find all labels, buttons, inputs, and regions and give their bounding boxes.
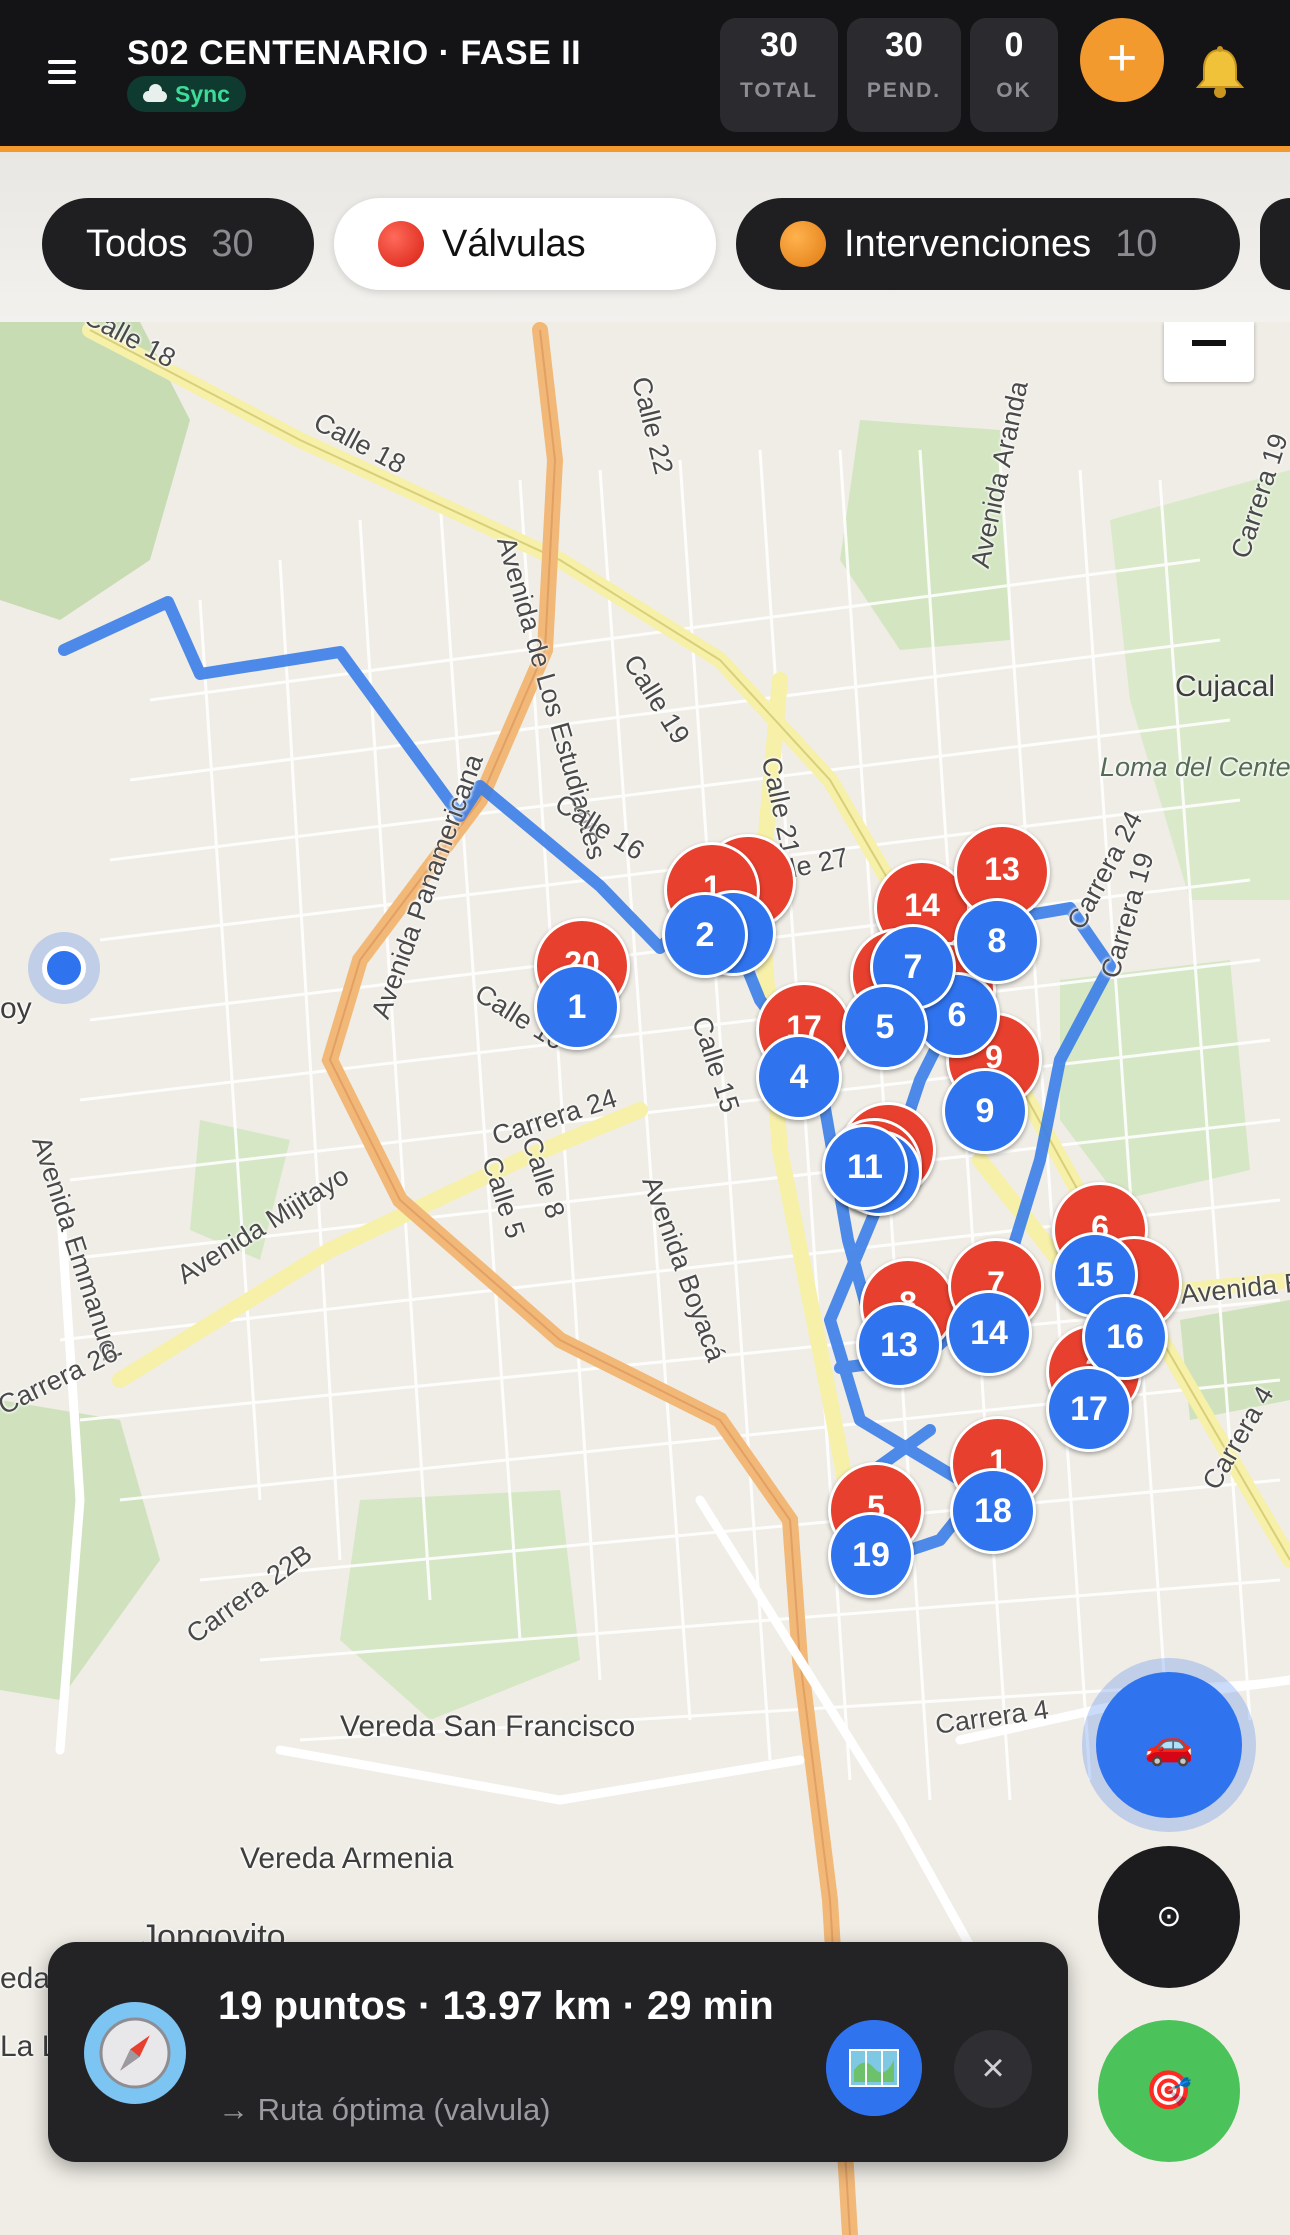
bell-icon[interactable] — [1190, 42, 1250, 102]
minus-icon — [1192, 340, 1226, 346]
stat-pending-value: 30 — [885, 26, 923, 64]
route-summary-title: 19 puntos · 13.97 km · 29 min — [218, 1984, 774, 2028]
place-label: Loma del Centenario — [1100, 752, 1290, 782]
orange-dot-icon — [780, 221, 826, 267]
stat-total: 30 TOTAL — [720, 18, 838, 132]
route-stop-marker[interactable]: 14 — [946, 1290, 1032, 1376]
filter-chip-more[interactable] — [1260, 198, 1290, 290]
compass-icon — [84, 2002, 186, 2104]
stat-ok-label: OK — [996, 79, 1032, 102]
stat-ok-value: 0 — [1004, 26, 1024, 64]
car-navigation-button[interactable]: 🚗 — [1096, 1672, 1242, 1818]
route-stop-marker[interactable]: 11 — [822, 1124, 908, 1210]
filter-bar: Todos 30 Válvulas Intervenciones 10 — [0, 152, 1290, 322]
map-icon[interactable] — [826, 2020, 922, 2116]
stat-total-label: TOTAL — [739, 79, 819, 102]
menu-icon[interactable] — [48, 60, 90, 90]
filter-chip-count: 10 — [1115, 222, 1158, 265]
filter-chip-label: Intervenciones — [844, 222, 1092, 265]
route-stop-marker[interactable]: 9 — [942, 1068, 1028, 1154]
filter-chip-valvulas[interactable]: Válvulas — [334, 198, 716, 290]
route-stop-marker[interactable]: 4 — [756, 1034, 842, 1120]
filter-chip-todos[interactable]: Todos 30 — [42, 198, 314, 290]
place-label: Cujacal — [1175, 670, 1276, 703]
route-stop-marker[interactable]: 2 — [662, 892, 748, 978]
route-stop-marker[interactable]: 13 — [856, 1302, 942, 1388]
filter-chip-count: 30 — [211, 222, 254, 265]
top-bar: S02 CENTENARIO · FASE II Sync 30 TOTAL 3… — [0, 0, 1290, 152]
locate-icon: ⊙ — [1156, 1900, 1182, 1933]
route-stop-marker[interactable]: 8 — [954, 898, 1040, 984]
locate-button[interactable]: ⊙ — [1098, 1846, 1240, 1988]
place-label: eda — [0, 1962, 51, 1995]
cloud-icon — [141, 84, 167, 102]
user-location — [28, 932, 100, 1004]
route-summary-subtitle: → Ruta óptima (valvula) — [218, 2092, 551, 2127]
sync-label: Sync — [175, 80, 230, 107]
route-stop-marker[interactable]: 17 — [1046, 1366, 1132, 1452]
zoom-out-button[interactable] — [1164, 322, 1254, 382]
add-button[interactable]: + — [1080, 18, 1164, 102]
place-label: Vereda Armenia — [240, 1842, 454, 1875]
filter-chip-label: Todos — [86, 222, 188, 265]
project-title: S02 CENTENARIO · FASE II — [127, 34, 582, 72]
filter-chip-label: Válvulas — [442, 222, 586, 265]
filter-chip-intervenciones[interactable]: Intervenciones 10 — [736, 198, 1240, 290]
red-dot-icon — [378, 221, 424, 267]
target-button[interactable]: 🎯 — [1098, 2020, 1240, 2162]
route-stop-marker[interactable]: 1 — [534, 964, 620, 1050]
stat-pending: 30 PEND. — [847, 18, 961, 132]
route-summary-panel: 19 puntos · 13.97 km · 29 min → Ruta ópt… — [48, 1942, 1068, 2162]
route-stop-marker[interactable]: 19 — [828, 1512, 914, 1598]
sync-badge[interactable]: Sync — [127, 76, 246, 112]
target-icon: 🎯 — [1145, 2070, 1193, 2112]
close-button[interactable]: × — [954, 2030, 1032, 2108]
route-stop-marker[interactable]: 5 — [842, 984, 928, 1070]
stat-ok: 0 OK — [970, 18, 1058, 132]
place-label: oy — [0, 992, 32, 1025]
stat-total-value: 30 — [760, 26, 798, 64]
car-icon: 🚗 — [1144, 1723, 1194, 1767]
stat-pending-label: PEND. — [866, 79, 942, 102]
place-label: Vereda San Francisco — [340, 1710, 636, 1743]
route-stop-marker[interactable]: 18 — [950, 1468, 1036, 1554]
